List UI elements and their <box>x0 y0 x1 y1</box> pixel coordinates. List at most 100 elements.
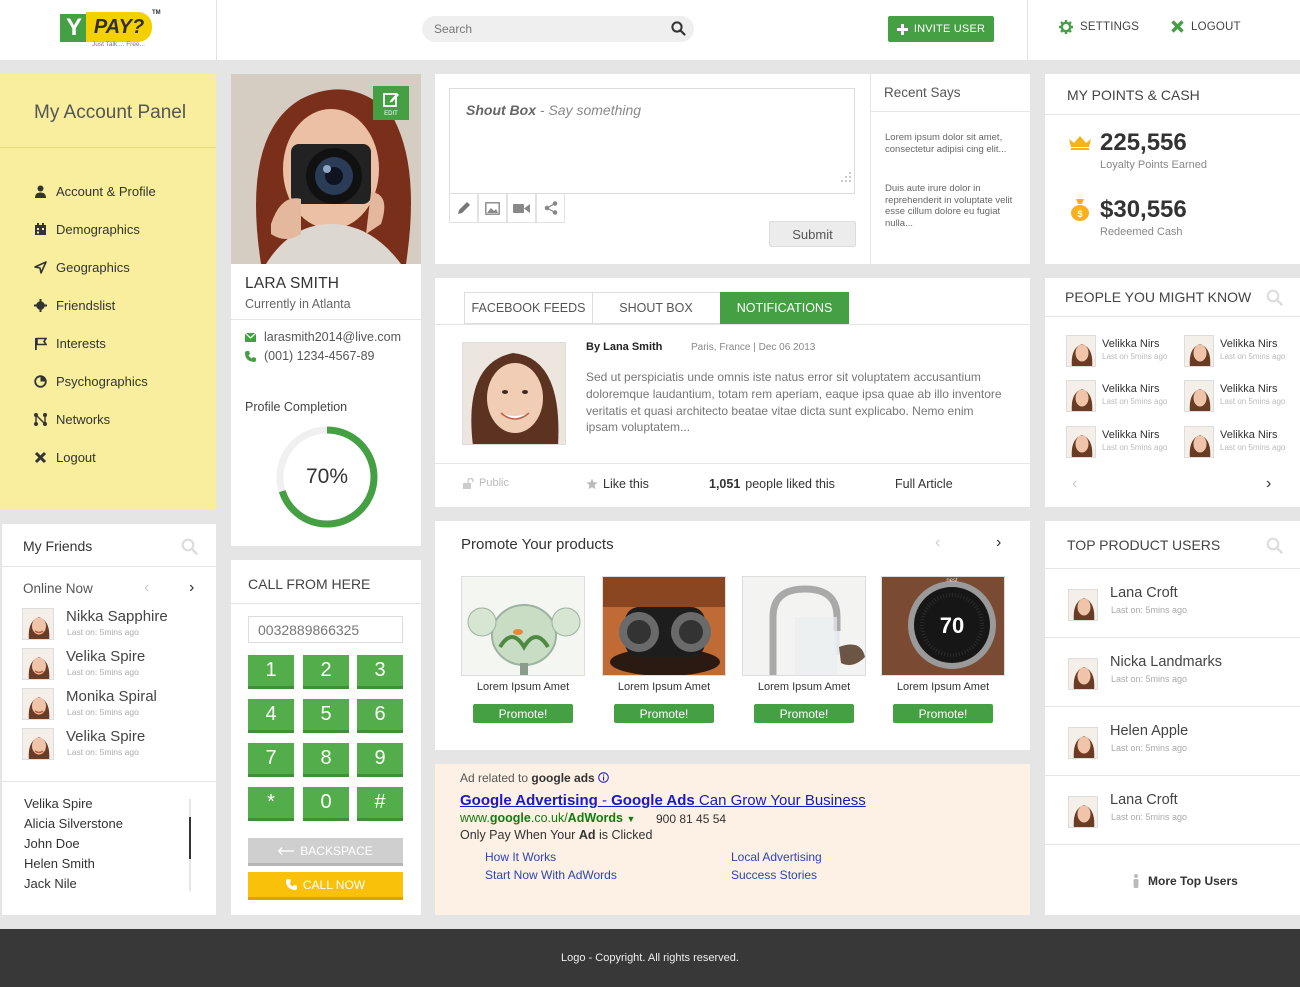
search-icon[interactable] <box>181 538 198 555</box>
ad-title-link[interactable]: Google Advertising - Google Ads Can Grow… <box>460 792 866 809</box>
ad-link-start-now[interactable]: Start Now With AdWords <box>485 868 617 882</box>
product-image-aquarium[interactable] <box>461 576 585 676</box>
call-now-button[interactable]: CALL NOW <box>248 872 403 900</box>
profile-phone[interactable]: (001) 1234-4567-89 <box>245 349 375 363</box>
ad-url[interactable]: www.google.co.uk/AdWords ▼ <box>460 811 635 825</box>
dial-key-5[interactable]: 5 <box>303 699 349 733</box>
scrollbar-thumb[interactable] <box>189 817 191 859</box>
divider <box>2 566 216 567</box>
next-arrow-icon[interactable]: › <box>1266 475 1271 493</box>
sidebar-item-friendslist[interactable]: Friendslist <box>34 298 115 313</box>
prev-arrow-icon[interactable]: ‹ <box>935 534 940 552</box>
product-image-thermostat[interactable]: 70 nest <box>881 576 1005 676</box>
more-top-users-link[interactable]: More Top Users <box>1132 874 1238 888</box>
recent-say-item[interactable]: Duis aute irure dolor in reprehenderit i… <box>885 183 1017 229</box>
tab-notifications[interactable]: NOTIFICATIONS <box>720 292 849 324</box>
tab-shout-box[interactable]: SHOUT BOX <box>592 292 721 324</box>
person-suggestion[interactable]: Velikka Nirs Last on 5mins ago <box>1066 426 1184 462</box>
top-user-item[interactable]: Helen Apple Last on: 5mins ago <box>1045 706 1300 775</box>
top-user-item[interactable]: Lana Croft Last on: 5mins ago <box>1045 775 1300 844</box>
friend-list-item[interactable]: Jack Nile <box>24 876 77 891</box>
promote-button[interactable]: Promote! <box>893 704 993 723</box>
dial-key-4[interactable]: 4 <box>248 699 294 733</box>
logout-link[interactable]: LOGOUT <box>1171 20 1241 33</box>
friend-item[interactable]: Velika Spire Last on: 5mins ago <box>22 648 212 684</box>
ypay-logo[interactable]: Y PAY? TM Just Talk.... Free... <box>60 10 161 50</box>
ad-phone[interactable]: 900 81 45 54 <box>656 812 726 826</box>
panel-title: My Account Panel <box>34 102 187 123</box>
backspace-button[interactable]: BACKSPACE <box>248 838 403 866</box>
profile-email[interactable]: larasmith2014@live.com <box>245 330 401 344</box>
dial-key-6[interactable]: 6 <box>357 699 403 733</box>
top-user-item[interactable]: Nicka Landmarks Last on: 5mins ago <box>1045 637 1300 706</box>
sidebar-item-interests[interactable]: Interests <box>34 336 106 351</box>
dial-key-7[interactable]: 7 <box>248 743 294 777</box>
top-user-item[interactable]: Lana Croft Last on: 5mins ago <box>1045 568 1300 637</box>
sidebar-item-demographics[interactable]: Demographics <box>34 222 140 237</box>
dial-key-0[interactable]: 0 <box>303 787 349 821</box>
submit-button[interactable]: Submit <box>769 221 856 247</box>
friend-item[interactable]: Monika Spiral Last on: 5mins ago <box>22 688 212 724</box>
top-user-name: Nicka Landmarks <box>1110 654 1223 670</box>
sidebar-item-account-profile[interactable]: Account & Profile <box>34 184 156 199</box>
prev-arrow-icon[interactable]: ‹ <box>1072 475 1077 493</box>
person-suggestion[interactable]: Velikka Nirs Last on 5mins ago <box>1184 426 1300 462</box>
prev-arrow-icon[interactable]: ‹ <box>144 579 149 597</box>
scrollbar-track[interactable] <box>189 799 191 891</box>
dial-key-2[interactable]: 2 <box>303 655 349 689</box>
shout-textarea[interactable]: Shout Box - Say something <box>449 88 855 194</box>
product-image-faucet[interactable] <box>742 576 866 676</box>
friend-list-item[interactable]: Velika Spire <box>24 796 93 811</box>
image-tool-button[interactable] <box>478 194 507 223</box>
share-tool-button[interactable] <box>536 194 565 223</box>
dial-key-1[interactable]: 1 <box>248 655 294 689</box>
search-input[interactable] <box>434 20 664 38</box>
privacy-public[interactable]: Public <box>463 477 509 489</box>
phone-number-input[interactable] <box>248 616 403 643</box>
ad-link-success-stories[interactable]: Success Stories <box>731 868 817 882</box>
product-image-speaker[interactable] <box>602 576 726 676</box>
sidebar-item-networks[interactable]: Networks <box>34 412 110 427</box>
person-suggestion[interactable]: Velikka Nirs Last on 5mins ago <box>1066 380 1184 416</box>
person-suggestion[interactable]: Velikka Nirs Last on 5mins ago <box>1184 335 1300 371</box>
sidebar-item-logout[interactable]: Logout <box>34 450 96 465</box>
post-author[interactable]: By Lana Smith <box>586 341 662 353</box>
sidebar-item-psychographics[interactable]: Psychographics <box>34 374 148 389</box>
like-button[interactable]: Like this <box>586 477 649 491</box>
promote-button[interactable]: Promote! <box>754 704 854 723</box>
friend-item[interactable]: Velika Spire Last on: 5mins ago <box>22 728 212 764</box>
dial-key-9[interactable]: 9 <box>357 743 403 777</box>
ad-link-local-advertising[interactable]: Local Advertising <box>731 850 822 864</box>
edit-photo-button[interactable]: EDIT <box>373 86 409 120</box>
friend-list-item[interactable]: Alicia Silverstone <box>24 816 123 831</box>
friend-list-item[interactable]: John Doe <box>24 836 80 851</box>
ad-link-how-it-works[interactable]: How It Works <box>485 850 556 864</box>
search-icon[interactable] <box>1266 289 1283 306</box>
friend-item[interactable]: Nikka Sapphire Last on: 5mins ago <box>22 608 212 644</box>
dial-key-3[interactable]: 3 <box>357 655 403 689</box>
full-article-link[interactable]: Full Article <box>895 477 953 491</box>
promote-button[interactable]: Promote! <box>614 704 714 723</box>
promote-button[interactable]: Promote! <box>473 704 573 723</box>
info-icon[interactable] <box>598 772 609 783</box>
dial-key-hash[interactable]: # <box>357 787 403 821</box>
tab-facebook-feeds[interactable]: FACEBOOK FEEDS <box>464 292 593 324</box>
invite-user-button[interactable]: INVITE USER <box>888 16 994 42</box>
recent-say-item[interactable]: Lorem ipsum dolor sit amet, consectetur … <box>885 132 1017 155</box>
pencil-tool-button[interactable] <box>449 194 478 223</box>
next-arrow-icon[interactable]: › <box>996 534 1001 552</box>
settings-link[interactable]: SETTINGS <box>1059 20 1139 34</box>
sidebar-item-geographics[interactable]: Geographics <box>34 260 130 275</box>
search-icon[interactable] <box>1266 537 1283 554</box>
dropdown-triangle-icon[interactable]: ▼ <box>626 814 635 824</box>
friend-list-item[interactable]: Helen Smith <box>24 856 95 871</box>
next-arrow-icon[interactable]: › <box>189 579 194 597</box>
resize-handle-icon[interactable] <box>840 171 852 183</box>
dial-key-8[interactable]: 8 <box>303 743 349 777</box>
video-tool-button[interactable] <box>507 194 536 223</box>
person-suggestion[interactable]: Velikka Nirs Last on 5mins ago <box>1066 335 1184 371</box>
dial-key-star[interactable]: * <box>248 787 294 821</box>
person-suggestion[interactable]: Velikka Nirs Last on 5mins ago <box>1184 380 1300 416</box>
search-icon[interactable] <box>671 21 686 36</box>
search-bar[interactable] <box>422 16 694 42</box>
